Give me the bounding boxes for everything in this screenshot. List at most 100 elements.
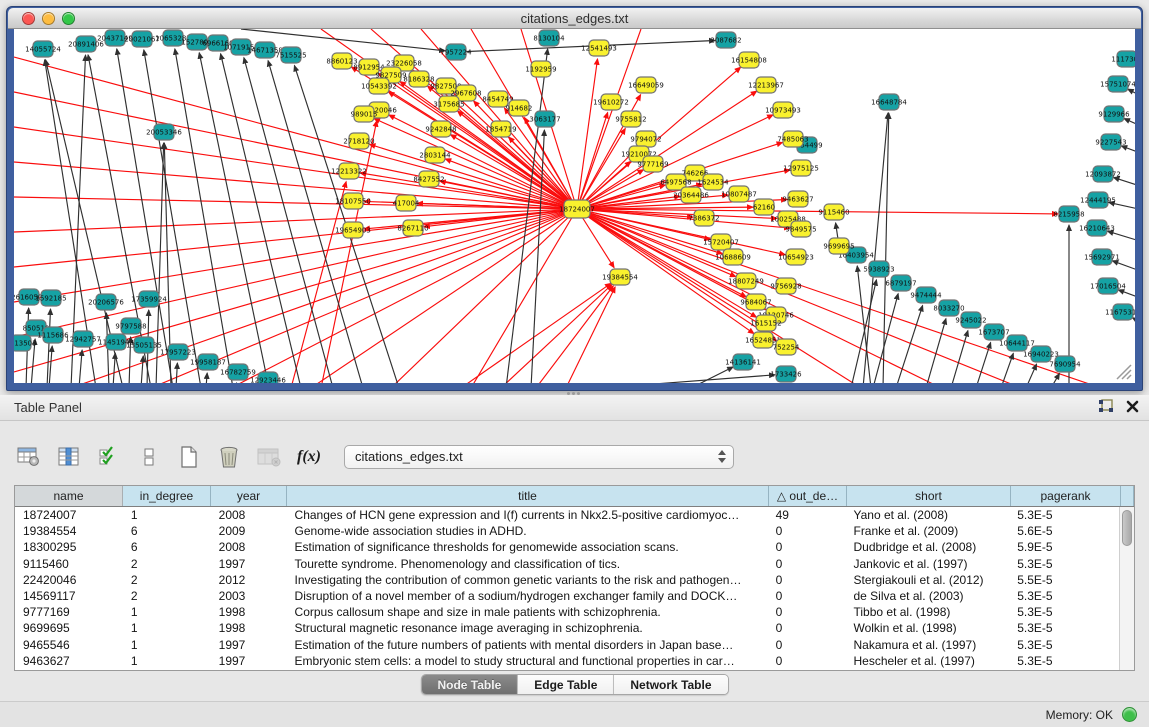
graph-node[interactable]: 16154808 [731,52,767,68]
graph-node[interactable]: 2718120 [343,133,374,149]
table-cell[interactable]: Genome-wide association studies in ADHD. [287,523,768,539]
table-cell[interactable]: 18300295 [15,539,123,555]
graph-node[interactable]: 12975125 [783,160,819,176]
table-cell[interactable]: 2008 [211,507,287,523]
table-cell[interactable]: Estimation of significance thresholds fo… [287,539,768,555]
graph-node[interactable]: 9797588 [115,318,146,334]
graph-node[interactable]: 16648784 [871,94,907,110]
graph-node[interactable]: 16210643 [1079,220,1115,236]
table-cell[interactable]: 1 [123,604,211,620]
table-cell[interactable]: 0 [768,604,846,620]
table-cell[interactable]: 6 [123,523,211,539]
table-cell[interactable]: 0 [768,637,846,653]
network-graph[interactable]: 1405572420891406204371492002106710653287… [14,29,1135,383]
table-row[interactable]: 1938455462009Genome-wide association stu… [15,523,1119,539]
graph-node[interactable]: 1733426 [770,366,802,382]
show-columns-button[interactable] [54,443,84,471]
graph-node[interactable]: 11675311 [1105,304,1135,320]
graph-node[interactable]: 8267110 [397,220,428,236]
graph-node[interactable]: 9463627 [782,191,813,207]
column-header-year[interactable]: year [211,486,287,506]
graph-node[interactable]: 2087682 [710,32,741,48]
graph-node[interactable]: 5938923 [863,261,894,277]
graph-node[interactable]: 8427552 [413,171,444,187]
table-row[interactable]: 1872400712008Changes of HCN gene express… [15,507,1119,523]
graph-node[interactable]: 9755812 [615,111,646,127]
graph-node[interactable]: 10644117 [999,335,1035,351]
graph-node[interactable]: 14055724 [25,41,61,57]
graph-node[interactable]: 19610272 [593,94,629,110]
table-cell[interactable]: 5.3E-5 [1009,556,1119,572]
column-header-pagerank[interactable]: pagerank [1011,486,1121,506]
table-cell[interactable]: 5.3E-5 [1009,507,1119,523]
graph-node[interactable]: 989015 [351,106,378,122]
table-row[interactable]: 1830029562008Estimation of significance … [15,539,1119,555]
table-cell[interactable]: 1998 [211,620,287,636]
select-columns-button[interactable] [94,443,124,471]
table-row[interactable]: 977716911998Corpus callosum shape and si… [15,604,1119,620]
table-cell[interactable]: Changes of HCN gene expression and I(f) … [287,507,768,523]
graph-node[interactable]: 9245022 [955,312,986,328]
graph-node[interactable]: 8033270 [933,300,964,316]
graph-node[interactable]: 12541493 [581,40,617,56]
column-header-in_degree[interactable]: in_degree [123,486,211,506]
table-cell[interactable]: 0 [768,572,846,588]
delete-trash-button[interactable] [214,443,244,471]
tab-edge-table[interactable]: Edge Table [518,675,614,694]
graph-node[interactable]: 752254 [773,339,800,355]
table-row[interactable]: 2242004622012Investigating the contribut… [15,572,1119,588]
table-cell[interactable]: Corpus callosum shape and size in male p… [287,604,768,620]
table-row[interactable]: 946362711997Embryonic stem cells: a mode… [15,653,1119,669]
graph-node[interactable]: 19654903 [335,222,371,238]
graph-node[interactable]: 16649059 [628,77,664,93]
graph-node[interactable]: 1673707 [978,324,1009,340]
memory-status-indicator[interactable] [1122,707,1137,722]
table-cell[interactable]: 2012 [211,572,287,588]
table-cell[interactable]: Embryonic stem cells: a model to study s… [287,653,768,669]
table-cell[interactable]: 5.3E-5 [1009,604,1119,620]
window-titlebar[interactable]: citations_edges.txt [8,8,1141,29]
graph-node[interactable]: 17016504 [1090,278,1126,294]
table-cell[interactable]: 5.3E-5 [1009,653,1119,669]
graph-node[interactable]: 9474444 [910,287,942,303]
graph-node[interactable]: 1117304 [1111,51,1135,67]
scrollbar-thumb[interactable] [1122,510,1132,546]
table-cell[interactable]: 1997 [211,637,287,653]
graph-node[interactable]: 8130104 [533,30,565,46]
graph-node[interactable]: 10807487 [721,186,757,202]
table-cell[interactable]: Structural magnetic resonance image aver… [287,620,768,636]
table-cell[interactable]: Franke et al. (2009) [845,523,1009,539]
table-cell[interactable]: 0 [768,523,846,539]
table-select-dropdown[interactable]: citations_edges.txt [344,445,734,469]
table-row[interactable]: 969969511998Structural magnetic resonanc… [15,620,1119,636]
table-cell[interactable]: 0 [768,653,846,669]
table-cell[interactable]: 9777169 [15,604,123,620]
graph-node[interactable]: 12093872 [1085,166,1121,182]
table-cell[interactable]: 49 [768,507,846,523]
graph-node[interactable]: 15692971 [1084,249,1120,265]
table-cell[interactable]: 5.3E-5 [1009,588,1119,604]
row-height-button[interactable] [134,443,164,471]
graph-node[interactable]: 1192959 [525,61,556,77]
graph-node[interactable]: 10688609 [715,249,751,265]
network-canvas[interactable]: 1405572420891406204371492002106710653287… [14,29,1135,383]
graph-node[interactable]: 19384554 [602,269,638,285]
table-cell[interactable]: 1 [123,653,211,669]
table-cell[interactable]: 14569117 [15,588,123,604]
table-cell[interactable]: 2 [123,572,211,588]
table-cell[interactable]: 22420046 [15,572,123,588]
float-panel-icon[interactable] [1098,399,1114,414]
table-cell[interactable]: 9699695 [15,620,123,636]
table-cell[interactable]: Stergiakouli et al. (2012) [845,572,1009,588]
graph-node[interactable]: 2803144 [419,147,451,163]
graph-node[interactable]: 9756928 [770,278,801,294]
table-cell[interactable]: 5.6E-5 [1009,523,1119,539]
table-settings-button[interactable] [14,443,44,471]
table-cell[interactable]: 1997 [211,556,287,572]
graph-node[interactable]: 3063177 [529,111,560,127]
table-row[interactable]: 1456911722003Disruption of a novel membe… [15,588,1119,604]
table-cell[interactable]: 0 [768,539,846,555]
table-cell[interactable]: Jankovic et al. (1997) [845,556,1009,572]
tab-node-table[interactable]: Node Table [421,675,518,694]
function-builder-button[interactable]: f(x) [294,443,324,471]
